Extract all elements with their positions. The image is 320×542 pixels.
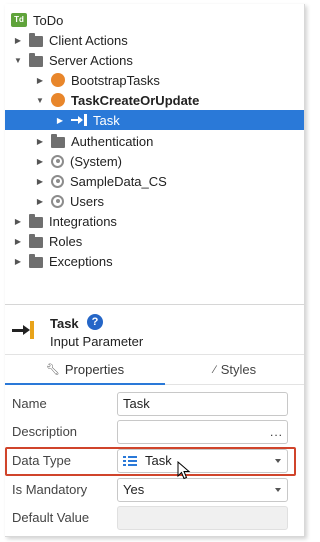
module-reference-icon — [51, 174, 64, 188]
tree-root-label: ToDo — [33, 12, 64, 28]
property-row-default-value: Default Value — [5, 504, 304, 532]
property-label: Name — [12, 396, 47, 411]
server-action-icon — [51, 93, 65, 107]
name-field[interactable]: Task — [117, 392, 288, 416]
tree-item-client-actions[interactable]: ▶ Client Actions — [5, 30, 304, 50]
expand-arrow-icon[interactable]: ▶ — [13, 36, 23, 45]
default-value-field[interactable] — [117, 506, 288, 530]
properties-header: Task ? Input Parameter — [5, 310, 304, 352]
tree-item-taskcreateorupdate[interactable]: ▼ TaskCreateOrUpdate — [5, 90, 304, 110]
is-mandatory-value: Yes — [123, 482, 145, 497]
tree-item-label: (System) — [70, 153, 122, 169]
tree-item-label: SampleData_CS — [70, 173, 167, 189]
tree-item-label: Authentication — [71, 133, 154, 149]
ellipsis-button[interactable]: ... — [270, 421, 283, 443]
mouse-cursor-icon — [177, 461, 191, 480]
module-reference-icon — [51, 194, 64, 208]
folder-icon — [51, 133, 65, 148]
help-icon[interactable]: ? — [87, 314, 103, 330]
expand-arrow-icon[interactable]: ▶ — [13, 257, 23, 266]
tree-item-label: Roles — [49, 233, 83, 249]
name-value: Task — [123, 396, 150, 411]
tree-item-bootstraptasks[interactable]: ▶ BootstrapTasks — [5, 70, 304, 90]
expand-arrow-icon[interactable]: ▶ — [35, 76, 45, 85]
server-action-icon — [51, 73, 65, 87]
tab-styles[interactable]: ∕ Styles — [165, 355, 304, 385]
tree-item-label: TaskCreateOrUpdate — [71, 92, 200, 108]
element-type: Input Parameter — [50, 334, 144, 349]
expand-arrow-icon[interactable]: ▶ — [35, 197, 45, 206]
tree-item-integrations[interactable]: ▶ Integrations — [5, 211, 304, 231]
property-row-name: Name Task — [5, 390, 304, 418]
property-label: Description — [12, 424, 78, 439]
expand-arrow-icon[interactable]: ▶ — [13, 237, 23, 246]
panel-divider[interactable] — [5, 304, 304, 305]
input-parameter-icon — [12, 319, 36, 341]
expand-arrow-icon[interactable]: ▶ — [35, 137, 45, 146]
wrench-icon: 🔧︎ — [45, 363, 60, 376]
tree-root[interactable]: Td ToDo — [5, 10, 304, 30]
expand-arrow-icon[interactable]: ▶ — [55, 116, 65, 125]
tree-item-roles[interactable]: ▶ Roles — [5, 231, 304, 251]
tree-item-label: Server Actions — [49, 52, 133, 68]
tree-item-label: Client Actions — [49, 32, 128, 48]
property-row-description: Description ... — [5, 418, 304, 446]
module-tree: Td ToDo ▶ Client Actions ▼ Server Action… — [5, 4, 304, 304]
properties-tabs: 🔧︎ Properties ∕ Styles — [5, 354, 304, 385]
tab-properties[interactable]: 🔧︎ Properties — [5, 355, 165, 385]
folder-icon — [29, 253, 43, 268]
chevron-down-icon[interactable] — [275, 488, 281, 492]
is-mandatory-select[interactable]: Yes — [117, 478, 288, 502]
folder-icon — [29, 52, 43, 67]
tab-label: Properties — [64, 361, 125, 377]
tree-item-exceptions[interactable]: ▶ Exceptions — [5, 251, 304, 271]
folder-icon — [29, 213, 43, 228]
brush-icon: ∕ — [213, 363, 216, 376]
expand-arrow-icon[interactable]: ▶ — [35, 177, 45, 186]
tree-item-label: Users — [70, 193, 104, 209]
module-reference-icon — [51, 154, 64, 168]
collapse-arrow-icon[interactable]: ▼ — [13, 56, 23, 65]
highlight-box — [5, 447, 296, 476]
module-badge-icon: Td — [11, 13, 27, 27]
expand-arrow-icon[interactable]: ▶ — [13, 217, 23, 226]
tree-item-sampledata-cs[interactable]: ▶ SampleData_CS — [5, 171, 304, 191]
tree-item-label: Integrations — [49, 213, 117, 229]
tree-item-task-parameter[interactable]: ▶ Task — [5, 110, 304, 130]
property-label: Default Value — [12, 510, 90, 525]
element-name: Task — [50, 316, 79, 331]
tree-item-label: BootstrapTasks — [71, 72, 160, 88]
folder-icon — [29, 32, 43, 47]
tree-item-label: Task — [93, 112, 120, 128]
expand-arrow-icon[interactable]: ▶ — [35, 157, 45, 166]
tree-item-authentication[interactable]: ▶ Authentication — [5, 131, 304, 151]
tree-item-users[interactable]: ▶ Users — [5, 191, 304, 211]
ide-panel: Td ToDo ▶ Client Actions ▼ Server Action… — [5, 4, 305, 537]
tree-item-system[interactable]: ▶ (System) — [5, 151, 304, 171]
description-field[interactable]: ... — [117, 420, 288, 444]
property-row-is-mandatory: Is Mandatory Yes — [5, 476, 304, 504]
property-label: Is Mandatory — [12, 482, 88, 497]
tree-item-server-actions[interactable]: ▼ Server Actions — [5, 50, 304, 70]
input-parameter-icon — [71, 113, 87, 127]
tab-label: Styles — [220, 362, 257, 377]
folder-icon — [29, 233, 43, 248]
collapse-arrow-icon[interactable]: ▼ — [35, 96, 45, 105]
tree-item-label: Exceptions — [49, 253, 113, 269]
